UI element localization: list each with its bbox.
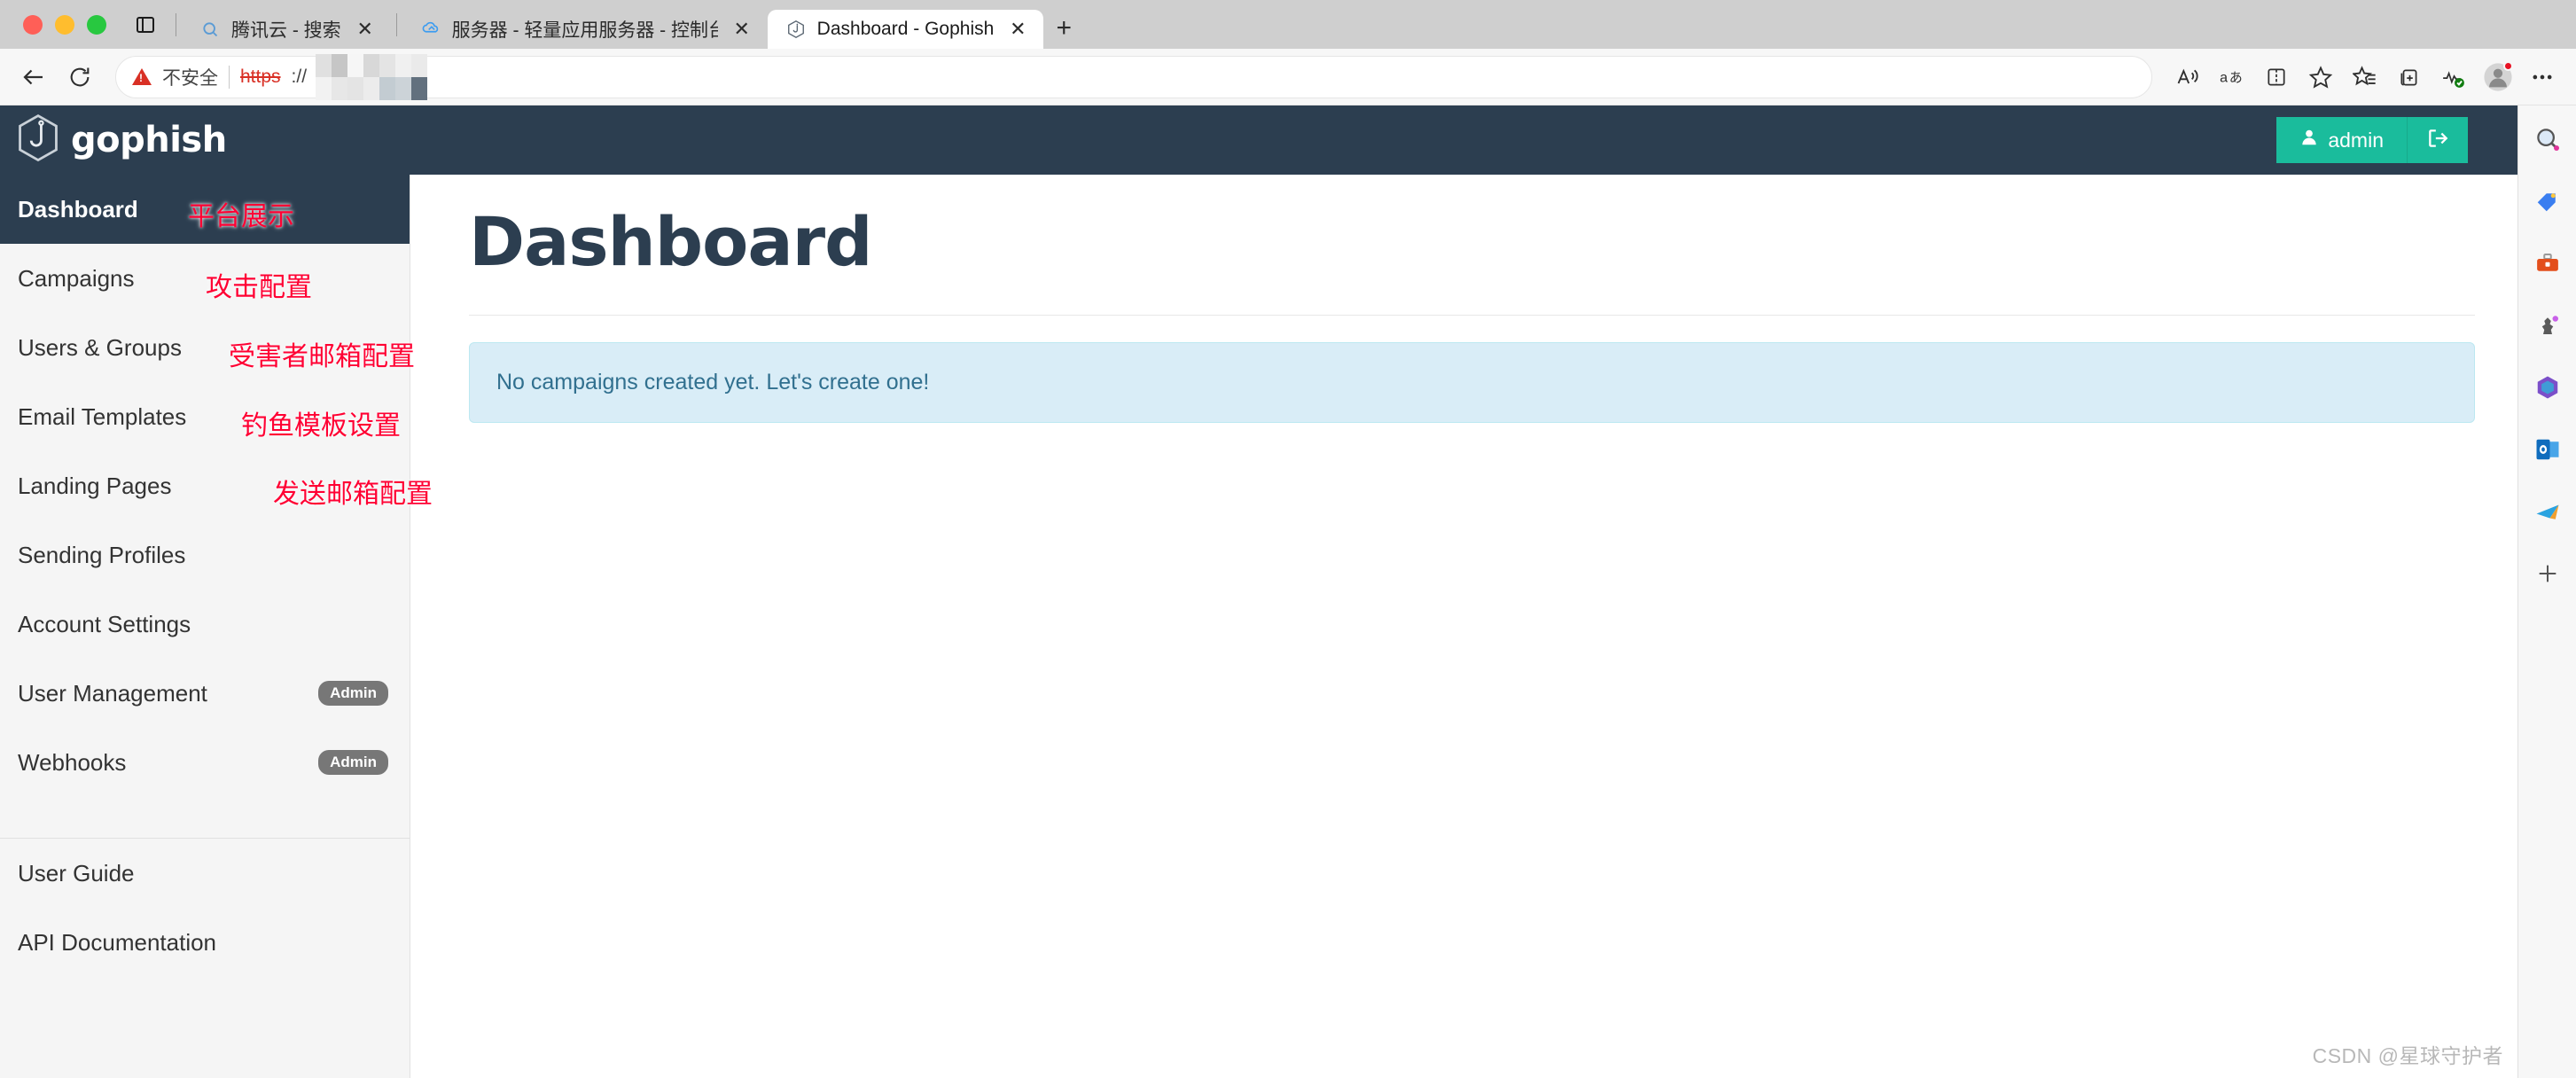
tab-close-icon[interactable]: ✕	[1004, 16, 1031, 43]
games-icon[interactable]	[2530, 308, 2565, 343]
back-icon[interactable]	[12, 56, 55, 98]
close-window-button[interactable]	[23, 15, 43, 35]
zoom-window-button[interactable]	[87, 15, 106, 35]
logout-button[interactable]	[2408, 117, 2468, 163]
minimize-window-button[interactable]	[55, 15, 74, 35]
admin-badge: Admin	[318, 681, 388, 706]
browser-tab-3[interactable]: Dashboard - Gophish ✕	[767, 10, 1044, 49]
sidebar-item-label: User Management	[18, 679, 207, 707]
sidebar-item-email-templates[interactable]: Email Templates	[0, 382, 410, 451]
url-scheme-separator: ://	[291, 66, 308, 87]
sidebar-item-label: Dashboard	[18, 195, 138, 223]
search-icon	[199, 19, 221, 40]
sidebar-item-dashboard[interactable]: Dashboard	[0, 175, 410, 244]
url-scheme: https	[240, 66, 281, 87]
sidebar-item-label: Account Settings	[18, 610, 191, 637]
collections-icon[interactable]	[2388, 56, 2431, 98]
translate-icon[interactable]: a あ	[2211, 56, 2253, 98]
gophish-brand[interactable]: gophish	[14, 113, 227, 168]
new-tab-button[interactable]: +	[1043, 10, 1084, 47]
user-menu-label: admin	[2328, 128, 2384, 152]
sidebar-item-landing-pages[interactable]: Landing Pages	[0, 451, 410, 520]
search-icon[interactable]	[2530, 121, 2565, 157]
sidebar-item-account-settings[interactable]: Account Settings	[0, 590, 410, 659]
tab-title: Dashboard - Gophish	[816, 19, 995, 39]
security-status-label: 不安全	[162, 67, 218, 89]
sidebar-item-users-groups[interactable]: Users & Groups	[0, 313, 410, 382]
browser-tab-1[interactable]: 腾讯云 - 搜索 ✕	[182, 10, 391, 49]
sidebar-item-label: Users & Groups	[18, 333, 182, 361]
app-sidebar: Dashboard Campaigns Users & Groups Email…	[0, 175, 410, 1078]
add-icon[interactable]	[2530, 556, 2565, 591]
toolbar-actions: a あ	[2166, 56, 2564, 98]
page-viewport: gophish admin Dashboard Campaigns Users …	[0, 105, 2517, 1078]
sidebar-item-label: Campaigns	[18, 264, 135, 292]
sidebar-item-label: Sending Profiles	[18, 541, 186, 568]
url-separator	[229, 65, 230, 89]
address-bar[interactable]: 不安全 https ://	[115, 53, 2152, 100]
user-icon	[2299, 128, 2319, 152]
split-screen-icon[interactable]	[2255, 56, 2298, 98]
not-secure-warning-icon	[132, 68, 152, 85]
microsoft-365-icon[interactable]	[2530, 370, 2565, 405]
read-aloud-icon[interactable]	[2166, 56, 2209, 98]
page-title: Dashboard	[469, 202, 873, 281]
designer-icon[interactable]	[2530, 494, 2565, 529]
browser-toolbar: 不安全 https :// a あ	[0, 49, 2576, 105]
csdn-watermark: CSDN @星球守护者	[2312, 1044, 2503, 1067]
app-body: Dashboard Campaigns Users & Groups Email…	[0, 175, 2517, 1078]
tab-close-icon[interactable]: ✕	[352, 16, 379, 43]
svg-text:a: a	[2220, 69, 2228, 85]
sidebar-item-label: API Documentation	[18, 928, 217, 956]
reload-icon[interactable]	[59, 56, 101, 98]
sidebar-filler	[0, 977, 410, 1078]
browser-essentials-icon[interactable]	[2432, 56, 2475, 98]
logout-icon	[2426, 127, 2449, 154]
sidebar-item-campaigns[interactable]: Campaigns	[0, 244, 410, 313]
title-divider	[469, 314, 2475, 316]
tools-icon[interactable]	[2530, 246, 2565, 281]
admin-badge: Admin	[318, 750, 388, 775]
sidebar-item-label: Webhooks	[18, 748, 127, 776]
shopping-tag-icon[interactable]	[2530, 184, 2565, 219]
gophish-brand-label: gophish	[71, 120, 227, 160]
outlook-icon[interactable]	[2530, 432, 2565, 467]
tab-actions-icon[interactable]	[126, 6, 165, 43]
window-controls[interactable]	[0, 15, 122, 49]
user-menu-button[interactable]: admin	[2276, 117, 2408, 163]
navbar-user-area: admin	[2276, 117, 2468, 163]
sidebar-item-label: User Guide	[18, 859, 135, 887]
more-menu-icon[interactable]	[2521, 56, 2564, 98]
sidebar-item-api-documentation[interactable]: API Documentation	[0, 908, 410, 977]
tab-title: 服务器 - 轻量应用服务器 - 控制台	[451, 20, 718, 41]
profile-notification-dot	[2503, 60, 2513, 71]
favorite-star-icon[interactable]	[2299, 56, 2342, 98]
sidebar-item-sending-profiles[interactable]: Sending Profiles	[0, 520, 410, 590]
favorites-hub-icon[interactable]	[2344, 56, 2386, 98]
tab-strip: 腾讯云 - 搜索 ✕ 服务器 - 轻量应用服务器 - 控制台 ✕ Dashboa…	[122, 0, 2576, 49]
profile-avatar-icon[interactable]	[2477, 56, 2519, 98]
browser-window: 腾讯云 - 搜索 ✕ 服务器 - 轻量应用服务器 - 控制台 ✕ Dashboa…	[0, 0, 2576, 1078]
title-bar: 腾讯云 - 搜索 ✕ 服务器 - 轻量应用服务器 - 控制台 ✕ Dashboa…	[0, 0, 2576, 49]
gophish-hook-logo-icon	[14, 113, 62, 168]
tab-title: 腾讯云 - 搜索	[231, 20, 341, 41]
main-content: Dashboard No campaigns created yet. Let'…	[410, 175, 2517, 1078]
edge-sidebar-rail	[2517, 105, 2576, 1078]
sidebar-item-user-guide[interactable]: User Guide	[0, 839, 410, 908]
sidebar-item-user-management[interactable]: User Management Admin	[0, 659, 410, 728]
sidebar-item-webhooks[interactable]: Webhooks Admin	[0, 728, 410, 797]
sidebar-item-label: Email Templates	[18, 402, 187, 430]
tab-divider	[395, 13, 397, 36]
gophish-navbar: gophish admin	[0, 105, 2517, 175]
svg-text:あ: あ	[2229, 69, 2243, 85]
redacted-url	[316, 53, 428, 100]
tab-close-icon[interactable]: ✕	[729, 16, 755, 43]
browser-tab-2[interactable]: 服务器 - 轻量应用服务器 - 控制台 ✕	[402, 10, 768, 49]
tencent-cloud-icon	[420, 19, 441, 40]
gophish-icon	[785, 19, 807, 40]
no-campaigns-alert: No campaigns created yet. Let's create o…	[469, 341, 2475, 423]
sidebar-item-label: Landing Pages	[18, 472, 172, 499]
